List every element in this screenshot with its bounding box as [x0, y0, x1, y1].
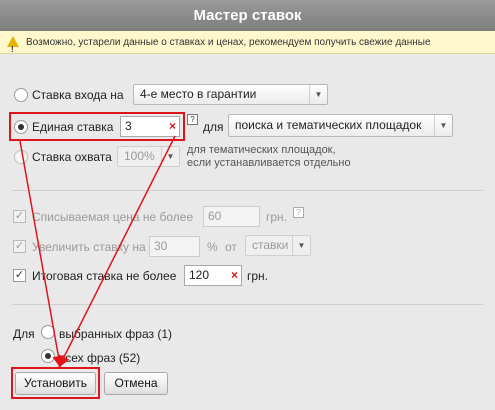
entry-position-select[interactable]: 4-е место в гарантии ▼ [133, 84, 328, 105]
entry-bid-label: Ставка входа на [32, 88, 124, 102]
annotation-overlay [19, 135, 176, 368]
increase-base-select[interactable]: ставки ▼ [245, 235, 311, 256]
all-phrases-radio[interactable] [41, 349, 55, 363]
divider [12, 304, 483, 305]
stale-data-warning: ! Возможно, устарели данные о ставках и … [0, 31, 495, 54]
highlight-box-apply [11, 367, 100, 399]
entry-position-value: 4-е место в гарантии [140, 87, 257, 101]
increase-bid-value: 30 [154, 239, 168, 253]
max-price-input[interactable]: 60 [203, 206, 260, 227]
highlight-box-single-bid [9, 112, 185, 141]
increase-bid-unit: % [207, 240, 218, 254]
divider [12, 190, 483, 191]
max-price-value: 60 [208, 209, 222, 223]
increase-bid-checkbox[interactable]: ✓ [13, 240, 26, 253]
coverage-value: 100% [124, 149, 155, 163]
chevron-down-icon: ▼ [309, 85, 327, 104]
increase-bid-from-label: от [225, 240, 237, 254]
max-price-unit: грн. [266, 210, 288, 224]
entry-bid-radio[interactable] [14, 88, 28, 102]
coverage-bid-label: Ставка охвата [32, 150, 112, 164]
coverage-bid-radio[interactable] [14, 150, 28, 164]
warning-icon: ! [7, 36, 19, 53]
placement-select[interactable]: поиска и тематических площадок ▼ [228, 114, 453, 137]
chevron-down-icon: ▼ [161, 147, 179, 166]
chevron-down-icon: ▼ [434, 115, 452, 136]
final-bid-input[interactable]: 120 × [184, 265, 242, 286]
increase-bid-label: Увеличить ставку на [32, 240, 146, 254]
increase-bid-input[interactable]: 30 [149, 236, 200, 257]
coverage-note-line1: для тематических площадок, [187, 144, 336, 156]
selected-phrases-label: выбранных фраз (1) [59, 327, 173, 341]
all-phrases-label: всех фраз (52) [59, 351, 141, 365]
increase-base-value: ставки [252, 238, 289, 252]
window-title: Мастер ставок [0, 0, 495, 31]
coverage-note-line2: если устанавливается отдельно [187, 157, 351, 169]
single-bid-for-label: для [203, 120, 224, 134]
clear-icon[interactable]: × [231, 266, 238, 285]
max-price-label: Списываемая цена не более [32, 210, 194, 224]
final-bid-checkbox[interactable]: ✓ [13, 269, 26, 282]
warning-text: Возможно, устарели данные о ставках и це… [26, 37, 431, 48]
final-bid-value: 120 [189, 268, 210, 282]
scope-label: Для [13, 327, 35, 341]
final-bid-label: Итоговая ставка не более [32, 269, 177, 283]
coverage-select[interactable]: 100% ▼ [117, 146, 180, 167]
selected-phrases-radio[interactable] [41, 325, 55, 339]
help-icon[interactable]: ? [187, 114, 198, 125]
final-bid-unit: грн. [247, 269, 269, 283]
bid-wizard-window: Мастер ставок ! Возможно, устарели данны… [0, 0, 495, 410]
help-icon[interactable]: ? [293, 207, 304, 218]
chevron-down-icon: ▼ [292, 236, 310, 255]
max-price-checkbox[interactable]: ✓ [13, 210, 26, 223]
cancel-button[interactable]: Отмена [104, 372, 168, 395]
placement-value: поиска и тематических площадок [235, 118, 422, 132]
